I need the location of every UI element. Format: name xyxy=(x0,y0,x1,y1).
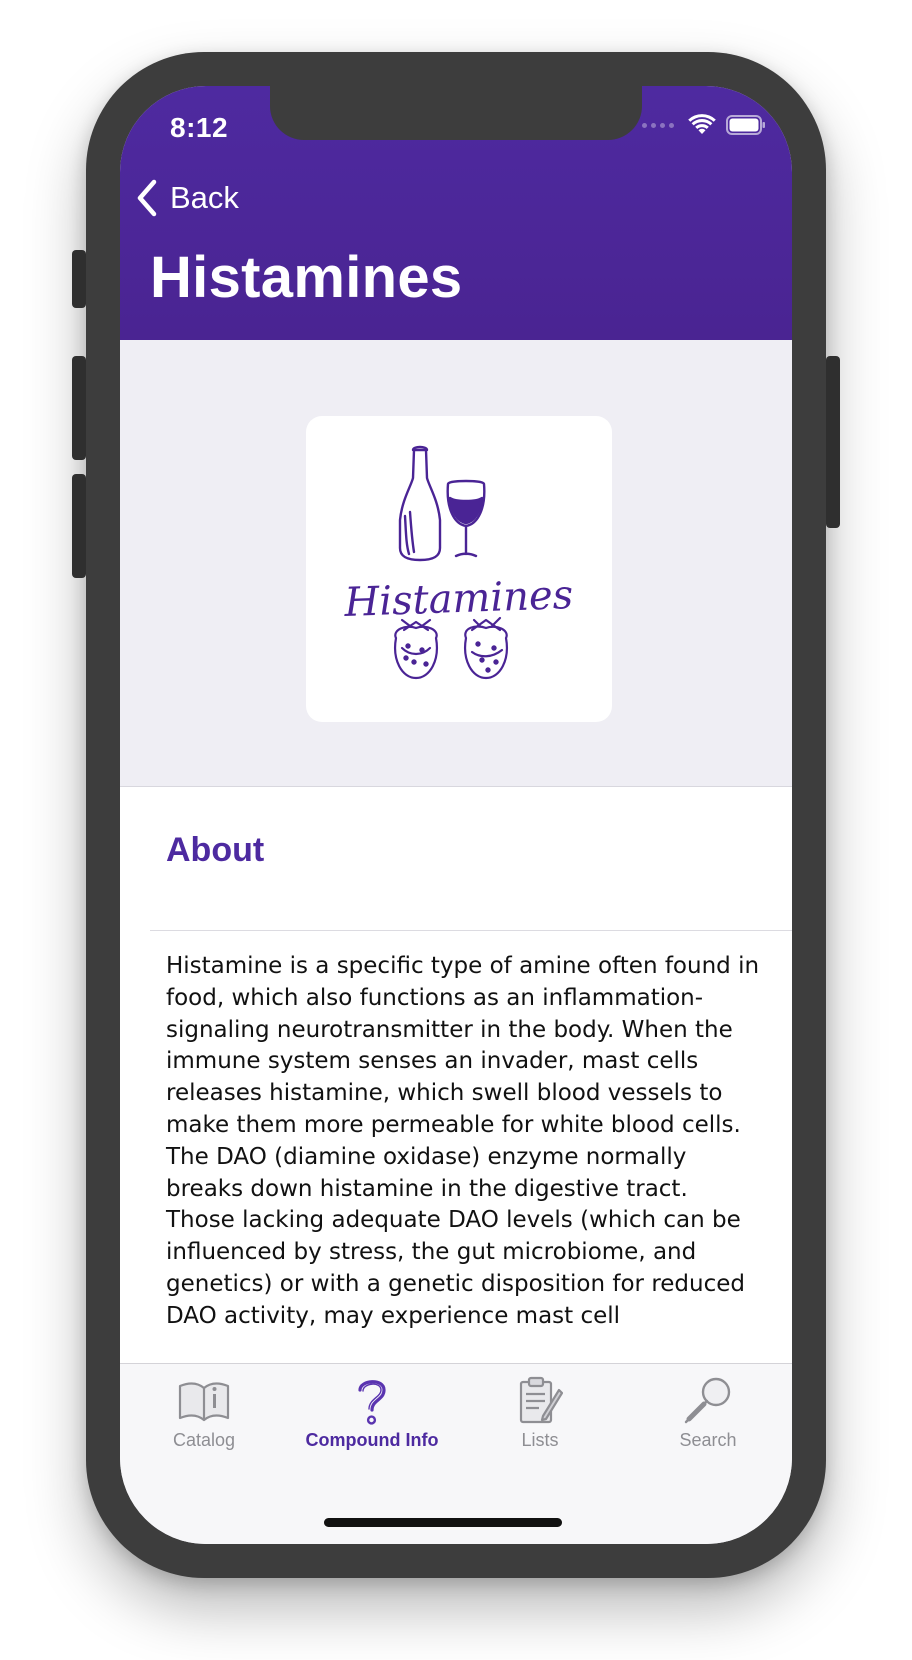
clipboard-icon xyxy=(519,1376,563,1424)
about-section[interactable]: About Histamine is a specific type of am… xyxy=(120,787,792,1363)
back-button[interactable]: Back xyxy=(134,178,239,218)
tab-label-compound-info: Compound Info xyxy=(305,1430,439,1450)
tab-bar: Catalog Compound Info Lists Search xyxy=(120,1363,792,1544)
stage: 8:12 Back Histamines Histamines About Hi… xyxy=(0,0,912,1660)
tab-label-catalog: Catalog xyxy=(172,1430,236,1450)
mute-switch xyxy=(72,250,86,308)
cellular-signal-icon xyxy=(642,122,674,128)
tab-search[interactable]: Search xyxy=(624,1376,792,1456)
about-heading: About xyxy=(166,831,265,869)
volume-up-button xyxy=(72,356,86,460)
chevron-left-icon xyxy=(137,179,157,217)
home-indicator[interactable] xyxy=(324,1518,562,1527)
wifi-icon xyxy=(688,114,716,134)
book-icon xyxy=(178,1382,230,1422)
power-button xyxy=(826,356,840,528)
status-time: 8:12 xyxy=(170,112,229,143)
status-indicators xyxy=(642,114,766,136)
question-mark-icon xyxy=(358,1380,386,1425)
tab-compound-info[interactable]: Compound Info xyxy=(288,1376,456,1456)
about-text: Histamine is a specific type of amine of… xyxy=(166,953,760,1329)
tab-label-lists: Lists xyxy=(521,1430,559,1450)
section-divider xyxy=(150,930,792,931)
tab-catalog[interactable]: Catalog xyxy=(120,1376,288,1456)
histamines-illustration: Histamines xyxy=(343,445,574,680)
notch xyxy=(270,86,642,140)
illustration-caption: Histamines xyxy=(343,572,574,626)
compound-illustration-card: Histamines xyxy=(306,416,612,722)
screen: 8:12 Back Histamines Histamines About Hi… xyxy=(120,86,792,1544)
back-label: Back xyxy=(170,180,239,215)
hero-section: Histamines xyxy=(120,340,792,787)
tab-lists[interactable]: Lists xyxy=(456,1376,624,1456)
volume-down-button xyxy=(72,474,86,578)
magnifier-icon xyxy=(684,1377,731,1424)
page-title: Histamines xyxy=(150,245,463,310)
battery-icon xyxy=(726,115,765,135)
tab-label-search: Search xyxy=(679,1430,737,1450)
